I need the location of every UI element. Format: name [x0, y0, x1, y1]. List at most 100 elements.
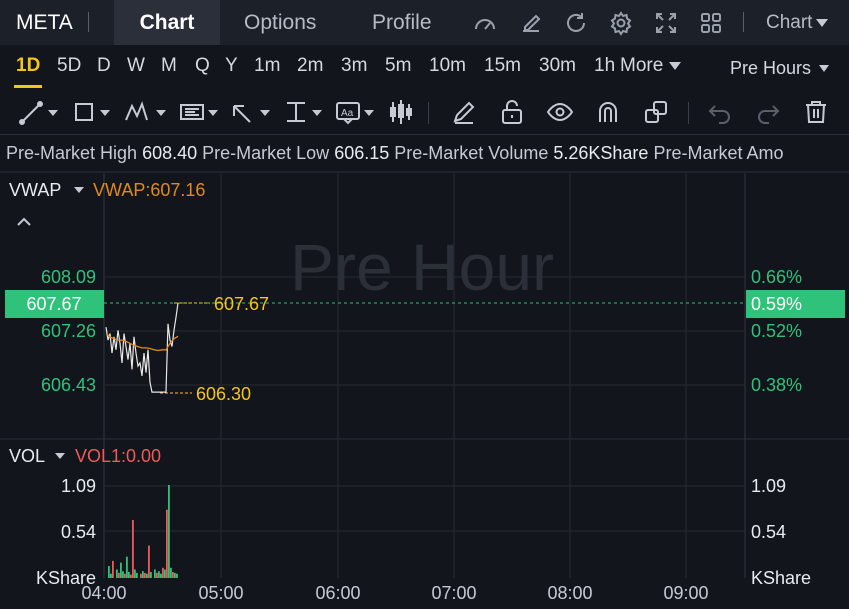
redo-icon[interactable] — [754, 98, 782, 126]
interval-1d[interactable]: 1D — [16, 55, 40, 77]
speed-gauge-icon[interactable] — [472, 10, 498, 36]
candle-tool-icon[interactable] — [387, 98, 415, 126]
volume-bar — [162, 567, 164, 578]
interval-10m[interactable]: 10m — [429, 55, 466, 77]
volume-bar — [110, 573, 112, 578]
edit-icon[interactable] — [518, 10, 544, 36]
pre-market-low-label: Pre-Market Low — [202, 143, 330, 163]
line-tool-icon[interactable] — [18, 98, 62, 126]
interval-1h[interactable]: 1h — [594, 55, 615, 77]
volume-unit-right: KShare — [751, 568, 811, 588]
divider — [428, 102, 429, 124]
chart-menu-label[interactable]: Chart — [766, 0, 812, 45]
volume-bar — [148, 545, 150, 578]
pattern-tool-icon[interactable] — [124, 98, 170, 126]
trash-icon[interactable] — [802, 98, 830, 126]
chevron-down-icon[interactable] — [74, 187, 84, 193]
grid-layout-icon[interactable] — [698, 10, 724, 36]
volume-tick-left: 0.54 — [61, 522, 96, 542]
volume-tick-right: 1.09 — [751, 476, 786, 496]
time-tick: 09:00 — [663, 583, 708, 603]
measure-tool-icon[interactable] — [284, 98, 328, 126]
time-tick: 06:00 — [315, 583, 360, 603]
price-series-group — [105, 302, 179, 393]
chevron-down-icon[interactable] — [816, 19, 828, 27]
drawing-toolbar: Aa — [0, 90, 849, 135]
interval-5m[interactable]: 5m — [385, 55, 411, 77]
volume-indicator-name[interactable]: VOL — [9, 446, 45, 466]
volume-bar — [142, 571, 144, 578]
collapse-chevron-up-icon[interactable] — [17, 217, 31, 226]
settings-icon[interactable] — [608, 10, 634, 36]
divider — [688, 102, 689, 124]
volume-bar — [118, 572, 120, 578]
volume-tick-left: 1.09 — [61, 476, 96, 496]
interval-30m[interactable]: 30m — [539, 55, 576, 77]
time-tick: 08:00 — [547, 583, 592, 603]
interval-2m[interactable]: 2m — [297, 55, 323, 77]
eye-icon[interactable] — [546, 98, 574, 126]
volume-bar — [166, 509, 168, 578]
pencil-icon[interactable] — [450, 98, 478, 126]
percent-tick-right: 0.38% — [751, 375, 802, 395]
volume-bar — [112, 560, 114, 578]
volume-bar — [164, 569, 166, 578]
volume-bar — [120, 562, 122, 578]
price-tick-left: 608.09 — [41, 267, 96, 287]
interval-w[interactable]: W — [127, 55, 145, 77]
chevron-down-icon[interactable] — [819, 65, 829, 72]
rectangle-tool-icon[interactable] — [72, 98, 116, 126]
interval-15m[interactable]: 15m — [484, 55, 521, 77]
more-intervals-button[interactable]: More — [620, 55, 663, 77]
session-selector[interactable]: Pre Hours — [730, 58, 811, 79]
pre-market-volume-label: Pre-Market Volume — [394, 143, 549, 163]
interval-1m[interactable]: 1m — [254, 55, 280, 77]
volume-bar — [130, 574, 132, 578]
chart-canvas[interactable]: Pre Hour VWAP VWAP:607.16 608.09 607.26 … — [0, 170, 849, 609]
interval-d[interactable]: D — [97, 55, 111, 77]
current-percent-value: 0.59% — [751, 294, 802, 314]
interval-5d[interactable]: 5D — [57, 55, 81, 77]
interval-q[interactable]: Q — [195, 55, 210, 77]
interval-m[interactable]: M — [161, 55, 177, 77]
volume-bar — [150, 572, 152, 578]
interval-3m[interactable]: 3m — [341, 55, 367, 77]
symbol-label[interactable]: META — [16, 0, 73, 45]
duplicate-icon[interactable] — [642, 98, 670, 126]
tab-profile[interactable]: Profile — [372, 0, 432, 45]
chevron-down-icon[interactable] — [55, 453, 65, 459]
volume-bar — [144, 572, 146, 578]
price-tick-left: 606.43 — [41, 375, 96, 395]
volume-bar — [126, 556, 128, 578]
volume-bar — [176, 573, 178, 578]
volume-bar — [116, 569, 118, 578]
tab-options[interactable]: Options — [244, 0, 316, 45]
text-tool-icon[interactable]: Aa — [334, 98, 380, 126]
vwap-indicator-name[interactable]: VWAP — [9, 180, 61, 200]
volume-tick-right: 0.54 — [751, 522, 786, 542]
interval-y[interactable]: Y — [225, 55, 238, 77]
volume-bar — [136, 572, 138, 578]
refresh-icon[interactable] — [563, 10, 589, 36]
volume-bar — [146, 573, 148, 578]
current-price-value: 607.67 — [26, 294, 81, 314]
time-tick: 04:00 — [81, 583, 126, 603]
volume-bar — [156, 572, 158, 578]
pre-market-high-value: 608.40 — [142, 143, 198, 163]
undo-icon[interactable] — [706, 98, 734, 126]
top-tab-bar: META Chart Options Profile Chart — [0, 0, 849, 45]
volume-bar — [172, 572, 174, 578]
price-tick-left: 607.26 — [41, 321, 96, 341]
fullscreen-icon[interactable] — [653, 10, 679, 36]
pre-market-info-bar: Pre-Market High 608.40 Pre-Market Low 60… — [6, 143, 784, 164]
tab-chart[interactable]: Chart — [114, 0, 220, 45]
volume-indicator-value: VOL1:0.00 — [75, 446, 161, 466]
arrow-tool-icon[interactable] — [230, 98, 274, 126]
chevron-down-icon[interactable] — [669, 62, 681, 70]
divider — [88, 12, 89, 32]
unlock-icon[interactable] — [498, 98, 526, 126]
fibonacci-tool-icon[interactable] — [178, 98, 224, 126]
magnet-icon[interactable] — [594, 98, 622, 126]
vwap-indicator-value: VWAP:607.16 — [93, 180, 205, 200]
volume-bar — [128, 572, 130, 578]
